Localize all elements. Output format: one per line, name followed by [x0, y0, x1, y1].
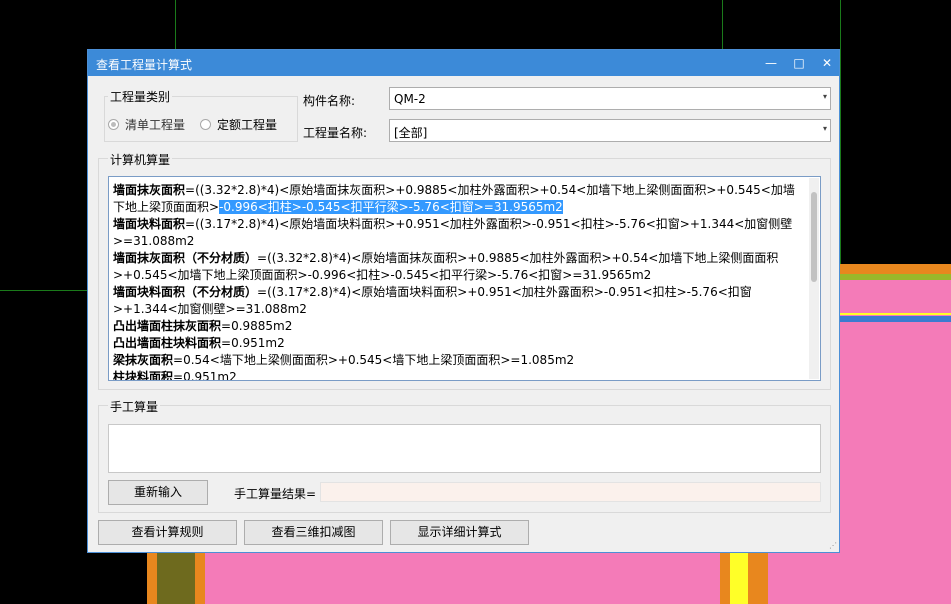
cad-col-orange-3	[720, 553, 730, 604]
cad-col-orange-4	[748, 553, 768, 604]
cad-col-olive	[157, 553, 195, 604]
view-3d-deduction-button[interactable]: 查看三维扣减图	[244, 520, 383, 545]
formula-line: 墙面块料面积（不分材质）=((3.17*2.8)*4)<原始墙面块料面积>+0.…	[113, 284, 805, 318]
formula-expression: =0.9885m2	[221, 319, 293, 333]
radio-quota-quantity-label: 定额工程量	[217, 118, 278, 132]
formula-item-name: 墙面抹灰面积（不分材质）	[113, 251, 258, 265]
resize-grip-icon[interactable]: ⋰	[829, 541, 837, 550]
formula-expression: =((3.17*2.8)*4)<原始墙面块料面积>+0.951<加柱外露面积>-…	[113, 217, 793, 248]
title-bar[interactable]: 查看工程量计算式 — □ ✕	[88, 50, 839, 76]
dialog-title: 查看工程量计算式	[96, 58, 193, 72]
cad-wall-orange	[840, 264, 951, 274]
cad-floor-pink-right	[768, 553, 951, 604]
maximize-icon[interactable]: □	[789, 53, 809, 73]
cad-line-yellow	[840, 313, 951, 315]
cad-gridline-v	[175, 0, 176, 49]
radio-dot	[200, 119, 211, 130]
quantity-name-value: [全部]	[394, 126, 428, 140]
manual-result-label: 手工算量结果=	[234, 487, 317, 501]
cad-gridline-v3	[840, 0, 841, 270]
formula-line: 柱块料面积=0.951m2	[113, 369, 805, 381]
radio-bill-quantity-label: 清单工程量	[125, 118, 186, 132]
formula-line: 凸出墙面柱块料面积=0.951m2	[113, 335, 805, 352]
minimize-icon[interactable]: —	[761, 53, 781, 73]
cad-col-yellow	[730, 553, 748, 604]
cad-col-orange	[147, 553, 157, 604]
formula-expression: =0.951m2	[173, 370, 237, 381]
view-calc-rules-button[interactable]: 查看计算规则	[98, 520, 237, 545]
formula-expression: =0.951m2	[221, 336, 285, 350]
cad-floor-pink-bottom	[205, 553, 720, 604]
quantity-type-label: 工程量类别	[108, 88, 173, 105]
component-name-label: 构件名称:	[303, 94, 356, 108]
vertical-scrollbar[interactable]	[809, 178, 819, 379]
show-detailed-formula-button[interactable]: 显示详细计算式	[390, 520, 529, 545]
formula-line: 墙面抹灰面积=((3.32*2.8)*4)<原始墙面抹灰面积>+0.9885<加…	[113, 182, 805, 216]
quantity-name-select[interactable]: [全部] ▾	[389, 119, 831, 142]
cad-line-blue	[840, 316, 951, 322]
radio-quota-quantity[interactable]: 定额工程量	[200, 116, 277, 133]
cad-col-orange-2	[195, 553, 205, 604]
radio-bill-quantity[interactable]: 清单工程量	[108, 116, 185, 133]
quantity-name-label: 工程量名称:	[303, 126, 368, 140]
formula-line: 墙面块料面积=((3.17*2.8)*4)<原始墙面块料面积>+0.951<加柱…	[113, 216, 805, 250]
close-icon[interactable]: ✕	[817, 53, 837, 73]
selected-formula-text: -0.996<扣柱>-0.545<扣平行梁>-5.76<扣窗>=31.9565m…	[219, 200, 563, 214]
scroll-thumb[interactable]	[811, 192, 817, 282]
manual-calc-input[interactable]	[108, 424, 821, 473]
computer-calc-label: 计算机算量	[108, 151, 173, 168]
formula-line: 梁抹灰面积=0.54<墙下地上梁侧面面积>+0.545<墙下地上梁顶面面积>=1…	[113, 352, 805, 369]
radio-dot	[108, 119, 119, 130]
formula-item-name: 柱块料面积	[113, 370, 174, 381]
manual-calc-label: 手工算量	[108, 398, 161, 415]
formula-item-name: 梁抹灰面积	[113, 353, 174, 367]
component-name-select[interactable]: QM-2 ▾	[389, 87, 831, 110]
chevron-down-icon: ▾	[822, 124, 827, 133]
formula-item-name: 凸出墙面柱抹灰面积	[113, 319, 222, 333]
formula-item-name: 墙面块料面积（不分材质）	[113, 285, 258, 299]
cad-gridline-v2	[722, 0, 723, 49]
manual-result-field[interactable]	[320, 482, 821, 502]
component-name-value: QM-2	[394, 92, 426, 106]
reenter-button[interactable]: 重新输入	[108, 480, 208, 505]
formula-line: 墙面抹灰面积（不分材质）=((3.32*2.8)*4)<原始墙面抹灰面积>+0.…	[113, 250, 805, 284]
formula-expression: =0.54<墙下地上梁侧面面积>+0.545<墙下地上梁顶面面积>=1.085m…	[173, 353, 575, 367]
formula-item-name: 凸出墙面柱块料面积	[113, 336, 222, 350]
formula-line: 凸出墙面柱抹灰面积=0.9885m2	[113, 318, 805, 335]
chevron-down-icon: ▾	[822, 92, 827, 101]
quantity-formula-dialog: 查看工程量计算式 — □ ✕ 工程量类别 清单工程量 定额工程量 构件名称: Q…	[87, 49, 840, 553]
formula-item-name: 墙面抹灰面积	[113, 183, 186, 197]
formula-text: 墙面抹灰面积=((3.32*2.8)*4)<原始墙面抹灰面积>+0.9885<加…	[113, 182, 805, 381]
formula-text-area[interactable]: 墙面抹灰面积=((3.32*2.8)*4)<原始墙面抹灰面积>+0.9885<加…	[108, 176, 821, 381]
formula-item-name: 墙面块料面积	[113, 217, 186, 231]
